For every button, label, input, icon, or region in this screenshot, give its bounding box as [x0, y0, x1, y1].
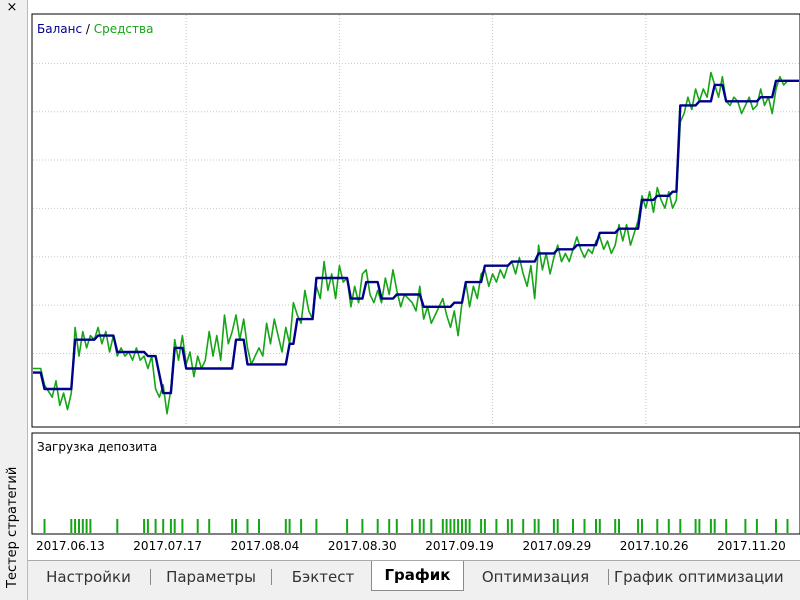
chart-area: Баланс / Средства Загрузка депозита 2017…	[28, 0, 800, 560]
tester-tabs: Настройки Параметры Бэктест График Оптим…	[28, 560, 800, 600]
deposit-load-title: Загрузка депозита	[37, 440, 157, 454]
balance-line	[33, 79, 799, 395]
tab-settings[interactable]: Настройки	[31, 563, 146, 591]
tab-separator	[608, 569, 609, 585]
x-axis-tick-label: 2017.06.13	[36, 539, 105, 553]
main-chart-series	[33, 71, 799, 415]
x-axis-tick-label: 2017.10.26	[620, 539, 689, 553]
x-axis-tick-label: 2017.08.30	[328, 539, 397, 553]
tab-backtest[interactable]: Бэктест	[275, 563, 371, 591]
tab-optimization-chart[interactable]: График оптимизации	[614, 563, 800, 591]
x-axis-tick-label: 2017.08.04	[231, 539, 300, 553]
x-axis-labels: 2017.06.13 2017.07.17 2017.08.04 2017.08.30…	[36, 539, 786, 553]
strategy-tester-side-panel: × Тестер стратегий	[0, 0, 28, 600]
tab-separator	[150, 569, 151, 585]
equity-line	[33, 71, 799, 415]
x-axis-tick-label: 2017.09.19	[425, 539, 494, 553]
chart-legend: Баланс / Средства	[37, 22, 153, 36]
chart-svg: Баланс / Средства Загрузка депозита 2017…	[31, 13, 800, 553]
x-axis-tick-label: 2017.11.20	[717, 539, 786, 553]
close-icon[interactable]: ×	[5, 0, 19, 16]
legend-separator: /	[82, 22, 94, 36]
x-axis-tick-label: 2017.09.29	[523, 539, 592, 553]
deposit-load-bars	[43, 519, 789, 533]
legend-equity: Средства	[94, 22, 154, 36]
tab-parameters[interactable]: Параметры	[154, 563, 268, 591]
tab-separator	[271, 569, 272, 585]
strategy-tester-title: Тестер стратегий	[5, 466, 20, 588]
main-chart-grid	[33, 15, 799, 426]
legend-balance: Баланс	[37, 22, 82, 36]
x-axis-tick-label: 2017.07.17	[133, 539, 202, 553]
tab-chart[interactable]: График	[371, 561, 464, 591]
tab-optimization[interactable]: Оптимизация	[468, 563, 603, 591]
